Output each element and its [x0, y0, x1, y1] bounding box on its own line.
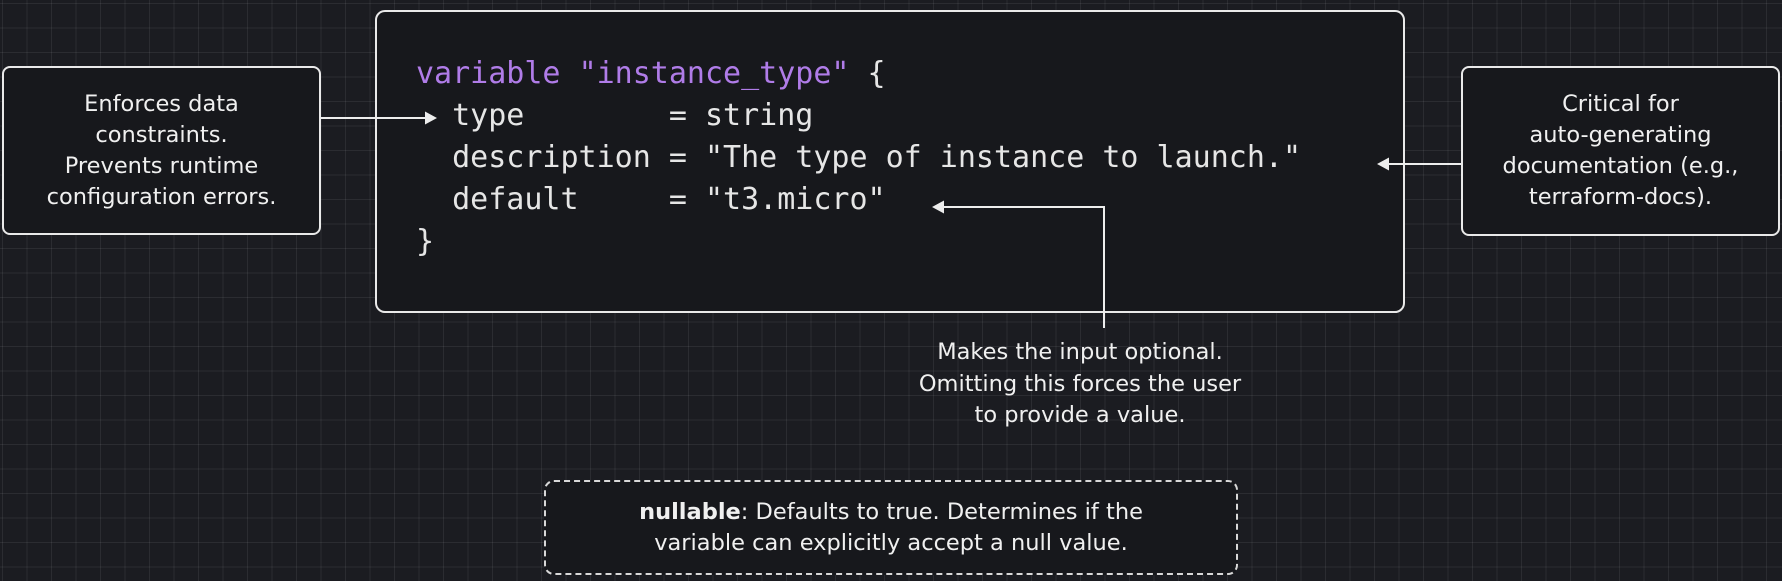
type-arrowhead-icon: [425, 111, 437, 125]
default-arrowhead-icon: [932, 200, 944, 214]
connector-arrows: [321, 111, 1461, 328]
default-arrow: [943, 206, 1105, 328]
description-arrowhead-icon: [1377, 157, 1389, 171]
